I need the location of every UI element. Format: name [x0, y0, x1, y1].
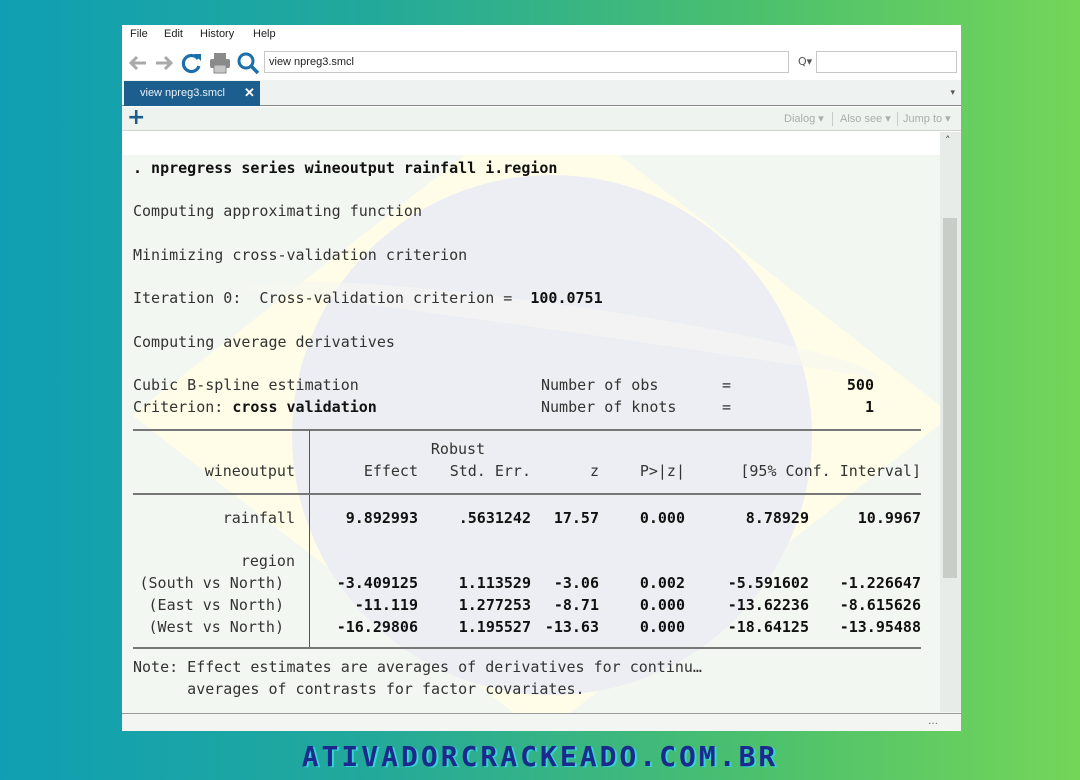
estimation-label: Cubic B-spline estimation: [133, 376, 359, 394]
stata-viewer-window: File Edit History Help view npreg3.smcl …: [122, 25, 961, 731]
header-stderr: Std. Err.: [449, 462, 531, 480]
table-cell: -3.409125: [336, 574, 418, 592]
menu-bar: File Edit History Help: [122, 25, 961, 45]
watermark-banner: ATIVADORCRACKEADO.COM.BR: [301, 740, 779, 773]
table-cell: 0.000: [639, 618, 685, 636]
table-cell: .5631242: [458, 509, 531, 527]
table-cell: -8.71: [553, 596, 599, 614]
table-header-rule: [133, 493, 921, 495]
table-cell: 10.9967: [857, 509, 921, 527]
also-see-button[interactable]: Also see ▾: [840, 112, 891, 125]
table-bottom-rule: [133, 647, 921, 649]
header-pvalue: P>|z|: [639, 462, 685, 480]
status-text: …: [928, 716, 939, 727]
table-cell: 1.277253: [458, 596, 531, 614]
menu-help[interactable]: Help: [253, 28, 276, 40]
command-input[interactable]: view npreg3.smcl: [264, 51, 789, 73]
iteration-value: 100.0751: [530, 289, 603, 307]
status-bar: …: [122, 713, 961, 731]
iteration-label: Iteration 0: Cross-validation criterion …: [133, 289, 531, 307]
table-row-label: (East vs North): [148, 596, 284, 614]
output-line: Minimizing cross-validation criterion: [133, 246, 468, 264]
forward-arrow-icon[interactable]: [152, 51, 176, 75]
table-row-label: region: [240, 552, 295, 570]
table-column-rule: [309, 430, 310, 648]
output-line: Computing approximating function: [133, 202, 422, 220]
table-cell: -18.64125: [727, 618, 809, 636]
results-output: . npregress series wineoutput rainfall i…: [122, 132, 940, 712]
stat-label: Number of knots: [541, 398, 677, 416]
viewer-toolbar: + Dialog ▾ Also see ▾ Jump to ▾: [122, 107, 961, 131]
stat-label: Number of obs: [541, 376, 659, 394]
table-cell: 0.002: [639, 574, 685, 592]
criterion-line: Criterion: cross validation: [133, 398, 377, 416]
dialog-button[interactable]: Dialog ▾: [784, 112, 824, 125]
tab-label: view npreg3.smcl: [140, 87, 225, 99]
command-line: . npregress series wineoutput rainfall i…: [133, 159, 558, 177]
header-effect: Effect: [363, 462, 418, 480]
find-input[interactable]: [816, 51, 957, 73]
criterion-label: Criterion:: [133, 398, 233, 416]
table-row-label: rainfall: [222, 509, 295, 527]
scrollbar-thumb[interactable]: [943, 218, 957, 578]
table-cell: 1.195527: [458, 618, 531, 636]
table-cell: -8.615626: [839, 596, 921, 614]
menu-file[interactable]: File: [130, 28, 148, 40]
table-cell: 8.78929: [745, 509, 809, 527]
stat-eq: =: [722, 398, 732, 416]
divider: [897, 112, 898, 126]
table-cell: -13.95488: [839, 618, 921, 636]
add-tab-icon[interactable]: +: [127, 107, 145, 129]
header-robust: Robust: [430, 440, 486, 458]
vertical-scrollbar[interactable]: ˄: [940, 132, 961, 712]
stat-value: 500: [846, 376, 874, 394]
table-top-rule: [133, 429, 921, 431]
tab-view-npreg3[interactable]: view npreg3.smcl ✕: [124, 81, 260, 106]
refresh-icon[interactable]: [180, 51, 204, 75]
toolbar: view npreg3.smcl Q▾: [122, 47, 961, 79]
criterion-value: cross validation: [232, 398, 377, 416]
find-options-icon[interactable]: Q▾: [798, 55, 812, 68]
scroll-up-icon[interactable]: ˄: [945, 134, 951, 147]
stat-value: 1: [864, 398, 874, 416]
back-arrow-icon[interactable]: [126, 51, 150, 75]
menu-edit[interactable]: Edit: [164, 28, 183, 40]
header-z: z: [589, 462, 599, 480]
table-row-label: (West vs North): [148, 618, 284, 636]
note-line: averages of contrasts for factor covaria…: [133, 680, 585, 698]
table-cell: -13.62236: [727, 596, 809, 614]
table-cell: -3.06: [553, 574, 599, 592]
tab-list-dropdown-icon[interactable]: ▾: [950, 88, 955, 98]
search-icon[interactable]: [236, 51, 260, 75]
menu-history[interactable]: History: [200, 28, 234, 40]
iteration-line: Iteration 0: Cross-validation criterion …: [133, 289, 603, 307]
divider: [832, 112, 833, 126]
close-icon[interactable]: ✕: [244, 85, 255, 101]
print-icon[interactable]: [208, 51, 232, 75]
header-depvar: wineoutput: [204, 462, 295, 480]
table-cell: -11.119: [354, 596, 418, 614]
table-cell: 0.000: [639, 596, 685, 614]
jump-to-button[interactable]: Jump to ▾: [903, 112, 951, 125]
table-cell: 9.892993: [345, 509, 418, 527]
header-confint: [95% Conf. Interval]: [740, 462, 921, 480]
table-cell: -13.63: [544, 618, 599, 636]
table-cell: -16.29806: [336, 618, 418, 636]
tab-bar: view npreg3.smcl ✕ ▾: [122, 80, 961, 106]
table-cell: 1.113529: [458, 574, 531, 592]
output-line: Computing average derivatives: [133, 333, 395, 351]
note-line: Note: Effect estimates are averages of d…: [133, 658, 702, 676]
table-cell: 0.000: [639, 509, 685, 527]
table-cell: -1.226647: [839, 574, 921, 592]
table-cell: 17.57: [553, 509, 599, 527]
table-cell: -5.591602: [727, 574, 809, 592]
stat-eq: =: [722, 376, 732, 394]
table-row-label: (South vs North): [139, 574, 285, 592]
